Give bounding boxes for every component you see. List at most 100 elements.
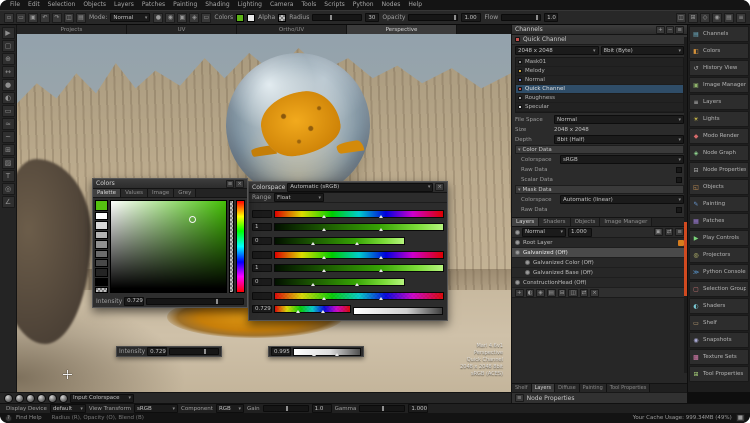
copy-icon[interactable]: ◫ [64,13,74,23]
foreground-color-swatch[interactable] [236,14,244,22]
eraser-tool[interactable]: ▭ [2,105,15,117]
palette-close-icon[interactable]: × [235,180,244,188]
flow-slider[interactable] [501,14,541,21]
stamp-icon[interactable]: ▣ [177,13,187,23]
grid-icon[interactable]: ⊞ [688,13,698,23]
palette-sidebar-item[interactable]: ◧ Colors [689,43,749,59]
dock-tab[interactable]: Painting [580,384,607,392]
add-adjustment-icon[interactable]: ◐ [526,289,535,297]
palette-sidebar-item[interactable]: ◆ Modo Render [689,128,749,144]
gray-swatch[interactable] [95,240,108,248]
float-value-field[interactable]: 0.995 [271,347,291,356]
blur-tool[interactable]: ≈ [2,118,15,130]
environment-toggle-icon[interactable] [48,394,57,403]
ramp-value-field[interactable]: 0 [252,237,272,245]
colors-palette-titlebar[interactable]: Colors ≡ × [93,179,247,189]
undo-icon[interactable]: ↶ [40,13,50,23]
range-select[interactable]: Float [274,193,324,202]
palette-sidebar-item[interactable]: ≫ Python Console [689,264,749,280]
layer-visibility-toggle[interactable] [515,280,520,285]
intensity-value[interactable]: 0.729 [124,297,144,306]
layer-row[interactable]: Galvanized Base (Off) [512,268,687,278]
hue-strip[interactable] [236,200,245,293]
redo-icon[interactable]: ↷ [52,13,62,23]
dock-tab[interactable]: Layers [532,384,556,392]
sync-layers-icon[interactable]: ⇄ [665,228,674,236]
layer-visibility-toggle[interactable] [525,270,530,275]
layer-visibility-toggle[interactable] [515,250,520,255]
mask-data-section-header[interactable]: Mask Data [515,185,684,194]
menu-item[interactable]: Edit [24,0,44,10]
palette-sidebar-item[interactable]: ✎ Painting [689,196,749,212]
gradient-tool[interactable]: ▨ [2,157,15,169]
gray-swatch[interactable] [95,231,108,239]
file-space-select[interactable]: Normal [554,115,684,124]
depth-select[interactable]: 8bit (Half) [554,135,684,144]
gradient-ramp[interactable] [274,305,351,313]
menu-item[interactable]: Painting [169,0,201,10]
palette-sidebar-item[interactable]: ▩ Texture Sets [689,349,749,365]
menu-item[interactable]: Lighting [234,0,266,10]
brush-icon[interactable]: ● [153,13,163,23]
shadow-toggle-icon[interactable] [37,394,46,403]
palette-sidebar-item[interactable]: ▦ Patches [689,213,749,229]
gamma-slider[interactable] [359,405,405,412]
shape-icon[interactable]: ◈ [189,13,199,23]
layer-row[interactable]: ConstructionHead (Off) [512,278,687,288]
gray-swatch[interactable] [95,212,108,220]
node-properties-menu-icon[interactable]: ≡ [515,394,524,402]
panel-tab[interactable]: Layers [512,218,539,226]
add-procedural-icon[interactable]: ◈ [536,289,544,297]
float-white-ramp[interactable] [293,348,361,356]
add-group-icon[interactable]: ▤ [547,289,556,297]
mask-raw-checkbox[interactable] [676,207,682,213]
layer-filter-icon[interactable] [515,230,520,235]
channel-depth-select[interactable]: 8bit (Byte) [601,46,685,55]
layer-visibility-toggle[interactable] [515,240,520,245]
status-lock-icon[interactable]: ■ [736,414,745,422]
channel-size-select[interactable]: 2048 x 2048 [515,46,599,55]
float-intensity-slider[interactable] [169,348,219,355]
float-intensity-value[interactable]: 0.729 [147,347,167,356]
colors-tab[interactable]: Grey [174,189,196,197]
background-color-swatch[interactable] [247,14,255,22]
gradient-ramp[interactable] [274,264,444,272]
help-icon[interactable]: ? [5,415,12,422]
current-channel-row[interactable]: Quick Channel [512,35,687,45]
palette-sidebar-item[interactable]: ▶ Play Controls [689,230,749,246]
ramp-value-field[interactable]: 0 [252,278,272,286]
flow-value[interactable]: 1.0 [544,13,558,22]
menu-item[interactable]: Tools [297,0,320,10]
white-gradient-ramp[interactable] [353,307,443,315]
palette-sidebar-item[interactable]: ▭ Shelf [689,315,749,331]
layer-row[interactable]: Root Layer [512,238,687,248]
radius-value[interactable]: 30 [365,13,379,22]
ramp-value-field[interactable]: 0.729 [252,305,272,313]
menu-item[interactable]: Selection [44,0,80,10]
channels-palette-titlebar[interactable]: Channels +−≡ [512,25,687,35]
paint-mode-select[interactable]: Normal [110,13,150,22]
eyedropper-tool[interactable]: ◎ [2,183,15,195]
palette-sidebar-item[interactable]: ◈ Node Graph [689,145,749,161]
palette-sidebar-item[interactable]: ◎ Projectors [689,247,749,263]
ramp-value-field[interactable]: 1 [252,223,272,231]
input-colorspace-select[interactable]: Input Colorspace [70,394,134,403]
ramp-value-field[interactable] [252,251,272,259]
gray-swatch[interactable] [95,259,108,267]
smear-tool[interactable]: ~ [2,131,15,143]
find-help-link[interactable]: Find Help [16,415,42,421]
gray-swatch[interactable] [95,268,108,276]
raw-data-checkbox[interactable] [676,167,682,173]
current-color-swatch[interactable] [95,200,108,211]
layer-opacity-value[interactable]: 1.000 [568,228,592,237]
paint-tool[interactable]: ● [2,79,15,91]
menu-item[interactable]: Layers [110,0,138,10]
channel-colorspace-select[interactable]: sRGB [560,155,684,164]
dock-tab[interactable]: Tool Properties [607,384,651,392]
new-project-icon[interactable]: ▫ [4,13,14,23]
select-tool[interactable]: ▶ [2,27,15,39]
full-lighting-icon[interactable] [26,394,35,403]
paint-through-tool[interactable]: ◐ [2,92,15,104]
dock-tab[interactable]: Shelf [512,384,532,392]
viewport-tab[interactable]: Perspective [347,25,457,34]
